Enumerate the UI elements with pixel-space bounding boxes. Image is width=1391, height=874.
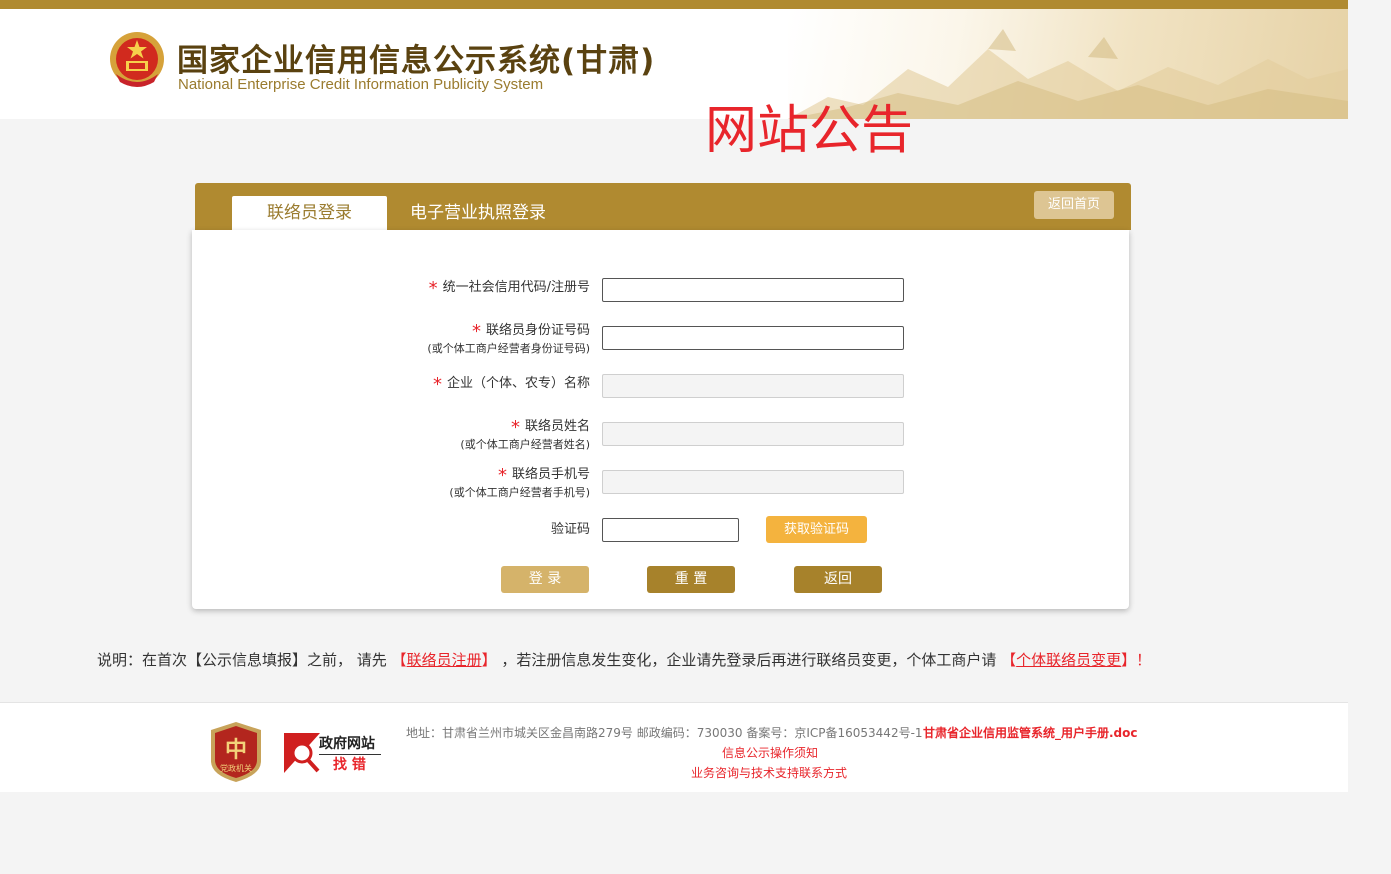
liaison-name-input [602, 422, 904, 446]
support-contact-link[interactable]: 业务咨询与技术支持联系方式 [691, 765, 847, 781]
report-error-label[interactable]: 找 错 [333, 757, 366, 773]
back-home-button[interactable]: 返回首页 [1034, 191, 1114, 219]
site-subtitle: National Enterprise Credit Information P… [178, 76, 544, 93]
svg-text:党政机关: 党政机关 [220, 763, 252, 773]
individual-liaison-change-link[interactable]: 个体联络员变更 [1016, 651, 1121, 669]
tab-liaison-login[interactable]: 联络员登录 [232, 196, 387, 230]
site-title: 国家企业信用信息公示系统(甘肃) [177, 43, 656, 79]
site-notice-link[interactable]: 网站公告 [705, 105, 913, 157]
phone-label: * 联络员手机号 (或个体工商户经营者手机号) [449, 465, 590, 500]
credit-code-label: * 统一社会信用代码/注册号 [428, 278, 590, 299]
login-button[interactable]: 登 录 [501, 566, 589, 593]
required-mark: * [432, 374, 442, 395]
site-header: 国家企业信用信息公示系统(甘肃) National Enterprise Cre… [0, 0, 1348, 119]
phone-input [602, 470, 904, 494]
site-footer [0, 702, 1348, 792]
liaison-register-link[interactable]: 联络员注册 [407, 651, 482, 669]
id-number-input[interactable] [602, 326, 904, 350]
required-mark: * [510, 417, 520, 438]
company-name-input [602, 374, 904, 398]
id-number-label: * 联络员身份证号码 (或个体工商户经营者身份证号码) [427, 321, 590, 356]
gov-site-error-report-icon[interactable] [282, 731, 322, 775]
required-mark: * [497, 465, 507, 486]
reset-button[interactable]: 重 置 [647, 566, 735, 593]
required-mark: * [428, 278, 438, 299]
user-manual-link[interactable]: 甘肃省企业信用监管系统_用户手册.doc [923, 725, 1138, 741]
company-name-label: * 企业（个体、农专）名称 [432, 374, 590, 395]
tab-e-license-login[interactable]: 电子营业执照登录 [410, 199, 546, 227]
footer-address: 地址：甘肃省兰州市城关区金昌南路279号 邮政编码：730030 备案号：京IC… [406, 726, 923, 740]
id-number-sublabel: (或个体工商户经营者身份证号码) [427, 342, 590, 355]
captcha-input[interactable] [602, 518, 739, 542]
svg-text:中: 中 [225, 737, 247, 763]
party-gov-badge-icon[interactable]: 中 党政机关 [210, 721, 262, 783]
liaison-name-sublabel: (或个体工商户经营者姓名) [460, 438, 590, 451]
credit-code-input[interactable] [602, 278, 904, 302]
phone-sublabel: (或个体工商户经营者手机号) [449, 486, 590, 499]
instruction-note: 说明：在首次【公示信息填报】之前， 请先 【联络员注册】 ，若注册信息发生变化，… [97, 651, 1152, 669]
required-mark: * [471, 321, 481, 342]
national-emblem-icon [110, 32, 164, 87]
get-code-button[interactable]: 获取验证码 [766, 516, 867, 543]
gov-site-label[interactable]: 政府网站 [319, 736, 375, 752]
back-button[interactable]: 返回 [794, 566, 882, 593]
liaison-name-label: * 联络员姓名 (或个体工商户经营者姓名) [460, 417, 590, 452]
header-top-bar [0, 0, 1348, 9]
captcha-label: 验证码 [550, 522, 590, 537]
publicity-instructions-link[interactable]: 信息公示操作须知 [722, 745, 818, 761]
gov-site-divider [319, 754, 381, 755]
